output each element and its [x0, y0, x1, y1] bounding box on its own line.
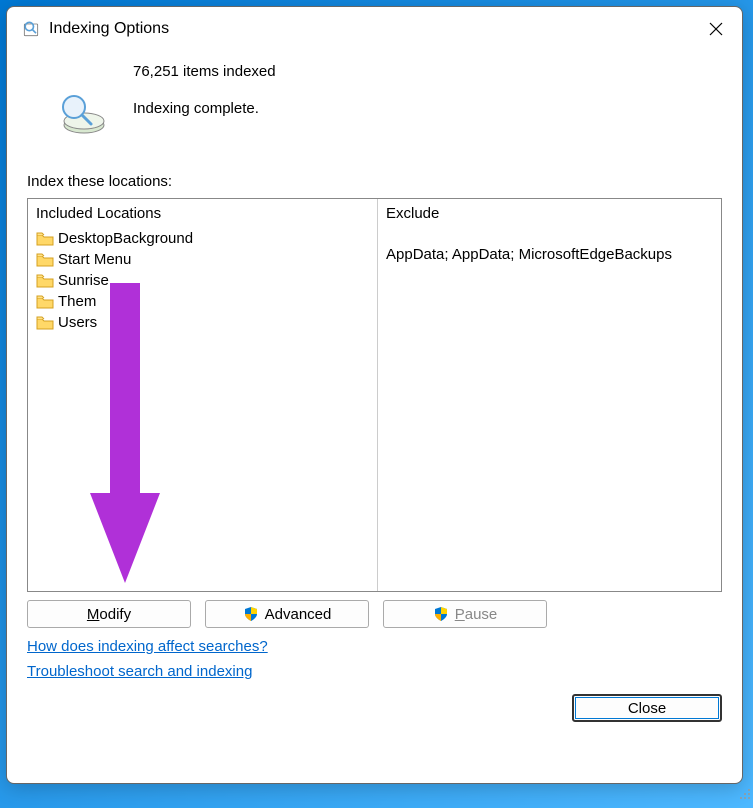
list-item[interactable]: Them — [28, 291, 377, 312]
items-indexed-count: 76,251 items indexed — [133, 63, 276, 80]
locations-table: Included Locations DesktopBackground Sta… — [27, 198, 722, 592]
window-title: Indexing Options — [49, 20, 169, 38]
list-item[interactable]: Sunrise — [28, 270, 377, 291]
index-drive-icon — [57, 87, 107, 137]
folder-icon — [36, 316, 54, 330]
included-header[interactable]: Included Locations — [28, 199, 377, 228]
shield-icon — [243, 606, 259, 622]
advanced-button[interactable]: Advanced — [205, 600, 369, 628]
shield-icon — [433, 606, 449, 622]
close-button[interactable]: Close — [572, 694, 722, 722]
exclude-cell: AppData; AppData; MicrosoftEdgeBackups — [378, 244, 721, 265]
item-label: Them — [58, 293, 96, 310]
modify-button[interactable]: Modify — [27, 600, 191, 628]
resize-grip-icon[interactable] — [736, 785, 752, 801]
item-label: DesktopBackground — [58, 230, 193, 247]
indexing-state: Indexing complete. — [133, 100, 276, 117]
search-page-icon — [21, 19, 41, 39]
close-icon[interactable] — [702, 15, 730, 43]
pause-button: Pause — [383, 600, 547, 628]
titlebar: Indexing Options — [7, 7, 742, 49]
exclude-header[interactable]: Exclude — [378, 199, 721, 228]
item-label: Start Menu — [58, 251, 131, 268]
folder-icon — [36, 295, 54, 309]
help-link[interactable]: How does indexing affect searches? — [27, 638, 268, 655]
item-label: Users — [58, 314, 97, 331]
troubleshoot-link[interactable]: Troubleshoot search and indexing — [27, 663, 252, 680]
folder-icon — [36, 232, 54, 246]
btn-label: odify — [99, 606, 131, 623]
status-section: 76,251 items indexed Indexing complete. — [27, 57, 722, 137]
list-item[interactable]: DesktopBackground — [28, 228, 377, 249]
list-item[interactable]: Start Menu — [28, 249, 377, 270]
locations-label: Index these locations: — [27, 173, 722, 190]
indexing-options-window: Indexing Options 76,251 items indexed In… — [6, 6, 743, 784]
btn-label: Advanced — [265, 606, 332, 623]
folder-icon — [36, 274, 54, 288]
item-label: Sunrise — [58, 272, 109, 289]
folder-icon — [36, 253, 54, 267]
list-item[interactable]: Users — [28, 312, 377, 333]
